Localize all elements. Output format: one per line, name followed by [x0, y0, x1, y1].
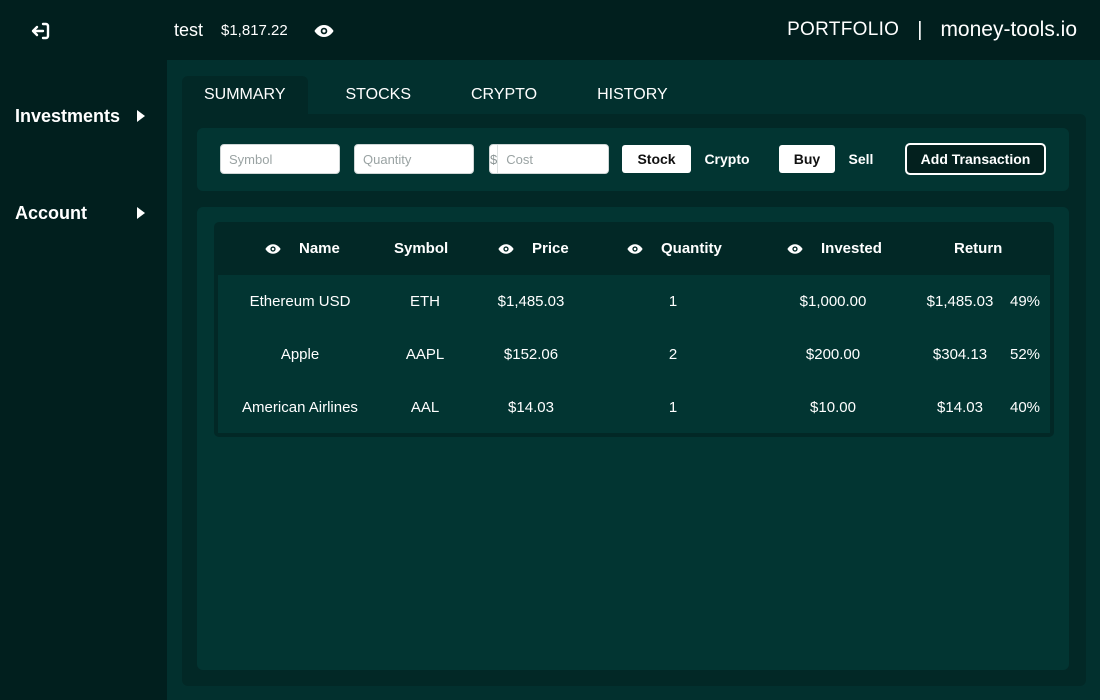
column-label: Quantity: [661, 240, 722, 257]
cell-return: $14.03: [937, 399, 983, 416]
eye-icon[interactable]: [314, 22, 334, 40]
logout-icon[interactable]: [29, 19, 53, 43]
symbol-input[interactable]: [220, 144, 340, 174]
brand-section: PORTFOLIO: [787, 19, 900, 40]
tab-crypto[interactable]: CRYPTO: [449, 76, 559, 114]
tab-bar: SUMMARY STOCKS CRYPTO HISTORY: [182, 76, 706, 114]
column-label: Return: [954, 240, 1003, 257]
caret-right-icon: [137, 207, 145, 219]
cell-price: $1,485.03: [497, 293, 565, 310]
eye-icon[interactable]: [265, 242, 281, 256]
cell-return-percent: 52%: [1010, 346, 1041, 363]
column-label: Invested: [821, 240, 882, 257]
currency-prefix: $: [490, 145, 499, 173]
column-header-symbol: Symbol: [394, 222, 448, 275]
eye-icon[interactable]: [787, 242, 803, 256]
sidebar-item-account[interactable]: Account: [15, 198, 150, 228]
cell-return-percent: 40%: [1010, 399, 1041, 416]
cell-name: Ethereum USD: [249, 293, 351, 310]
eye-icon[interactable]: [627, 242, 643, 256]
cell-invested: $1,000.00: [799, 293, 867, 310]
cost-input[interactable]: [498, 145, 608, 173]
brand: PORTFOLIO | money-tools.io: [787, 18, 1077, 42]
cell-price: $152.06: [503, 346, 559, 363]
column-header-return: Return: [954, 222, 1002, 275]
quantity-input[interactable]: [354, 144, 474, 174]
column-header-name: Name: [265, 222, 340, 275]
holdings-card: Name Symbol Price Quantity Invested Retu…: [197, 207, 1069, 670]
sidebar: Investments Account: [0, 60, 167, 700]
buy-option[interactable]: Buy: [779, 145, 835, 173]
cell-return: $1,485.03: [926, 293, 994, 310]
cell-quantity: 1: [668, 399, 678, 416]
table-row[interactable]: Ethereum USD ETH $1,485.03 1 $1,000.00 $…: [218, 275, 1050, 328]
cell-symbol: AAPL: [405, 346, 445, 363]
table-header: Name Symbol Price Quantity Invested Retu…: [214, 222, 1054, 275]
cell-invested: $200.00: [805, 346, 861, 363]
caret-right-icon: [137, 110, 145, 122]
sidebar-item-label: Investments: [15, 105, 121, 126]
transaction-form: $ Stock Crypto Buy Sell Add Transaction: [197, 128, 1069, 191]
top-bar: test $1,817.22 PORTFOLIO | money-tools.i…: [0, 0, 1100, 60]
asset-type-toggle: Stock Crypto: [622, 145, 763, 173]
cell-symbol: AAL: [410, 399, 440, 416]
table-row[interactable]: Apple AAPL $152.06 2 $200.00 $304.13 52%: [218, 328, 1050, 381]
holdings-table: Name Symbol Price Quantity Invested Retu…: [214, 222, 1054, 437]
tab-summary[interactable]: SUMMARY: [182, 76, 308, 114]
crypto-option[interactable]: Crypto: [691, 145, 763, 173]
main-content: SUMMARY STOCKS CRYPTO HISTORY $ Stock Cr…: [167, 60, 1100, 700]
cell-name: Apple: [280, 346, 320, 363]
summary-panel: $ Stock Crypto Buy Sell Add Transaction: [182, 114, 1086, 686]
user-name: test: [174, 20, 204, 40]
cell-invested: $10.00: [810, 399, 856, 416]
brand-separator: |: [917, 18, 923, 41]
cell-quantity: 2: [668, 346, 678, 363]
column-header-invested: Invested: [787, 222, 882, 275]
column-header-price: Price: [498, 222, 569, 275]
column-label: Symbol: [394, 240, 449, 257]
tab-stocks[interactable]: STOCKS: [324, 76, 434, 114]
side-toggle: Buy Sell: [779, 145, 887, 173]
sell-option[interactable]: Sell: [835, 145, 887, 173]
cell-name: American Airlines: [242, 399, 358, 416]
column-label: Name: [299, 240, 340, 257]
cell-price: $14.03: [508, 399, 554, 416]
cost-field[interactable]: $: [489, 144, 609, 174]
cell-return: $304.13: [932, 346, 988, 363]
eye-icon[interactable]: [498, 242, 514, 256]
add-transaction-button[interactable]: Add Transaction: [905, 143, 1046, 175]
cell-return-percent: 49%: [1010, 293, 1041, 310]
column-header-quantity: Quantity: [627, 222, 722, 275]
sidebar-item-label: Account: [15, 202, 87, 223]
portfolio-total: $1,817.22: [221, 22, 288, 39]
column-label: Price: [532, 240, 569, 257]
table-row[interactable]: American Airlines AAL $14.03 1 $10.00 $1…: [218, 381, 1050, 434]
cell-symbol: ETH: [410, 293, 440, 310]
cell-quantity: 1: [668, 293, 678, 310]
tab-history[interactable]: HISTORY: [575, 76, 690, 114]
sidebar-item-investments[interactable]: Investments: [15, 101, 150, 131]
table-body: Ethereum USD ETH $1,485.03 1 $1,000.00 $…: [218, 275, 1050, 433]
brand-site[interactable]: money-tools.io: [940, 18, 1077, 42]
stock-option[interactable]: Stock: [622, 145, 691, 173]
